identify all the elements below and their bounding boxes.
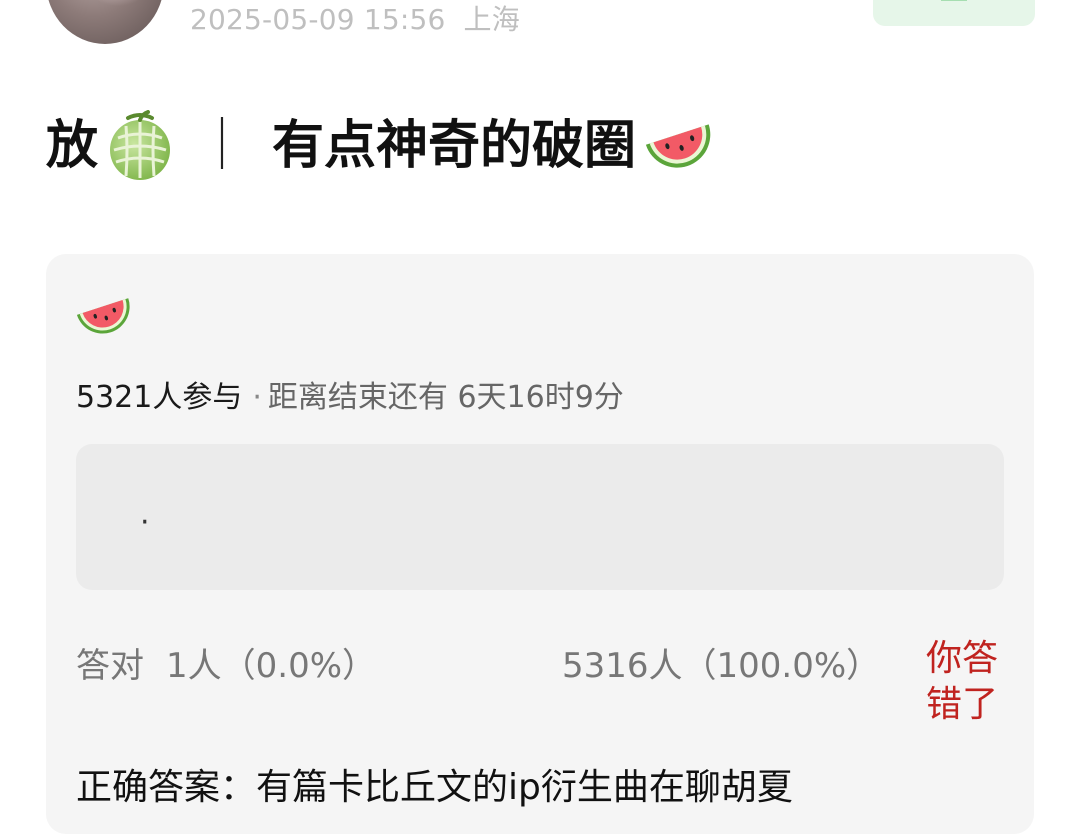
correct-label: 答对 [76,646,144,686]
watermelon-icon [76,298,130,334]
user-avatar[interactable] [46,0,164,44]
participant-count: 5321人参与 [76,380,243,415]
correct-stat: 答对 1人（0.0%） [76,638,376,687]
quiz-card: 5321人参与 · 距离结束还有 6天16时9分 · 答对 1人（0.0%） 5316… [46,254,1034,834]
countdown: 距离结束还有 6天16时9分 [267,380,624,415]
option-text: · [140,505,150,540]
watermelon-icon [645,124,711,168]
follow-icon [941,0,967,1]
post-title-separator: ｜ [196,116,249,176]
post-title-main: 有点神奇的破圈 [272,116,637,176]
quiz-option[interactable]: · [76,444,1004,590]
melon-icon [110,110,171,180]
post-title-start: 放 [46,116,99,176]
wrong-count: 5316人（100.0%） [562,646,881,686]
stats-separator: · [252,380,262,415]
correct-answer: 正确答案：有篇卡比丘文的ip衍生曲在聊胡夏 [76,767,793,808]
result-label: 你答错了 [926,638,999,725]
post-title: 放 ｜ 有点神奇的破圈 [46,108,718,184]
quiz-stats: 5321人参与 · 距离结束还有 6天16时9分 [76,372,624,416]
follow-button[interactable] [873,0,1035,26]
post-timestamp: 2025-05-09 15:56 [190,3,446,36]
post-location: 上海 [463,3,520,36]
post-meta: 2025-05-09 15:56 上海 [190,0,520,38]
correct-count: 1人（0.0%） [166,646,377,686]
